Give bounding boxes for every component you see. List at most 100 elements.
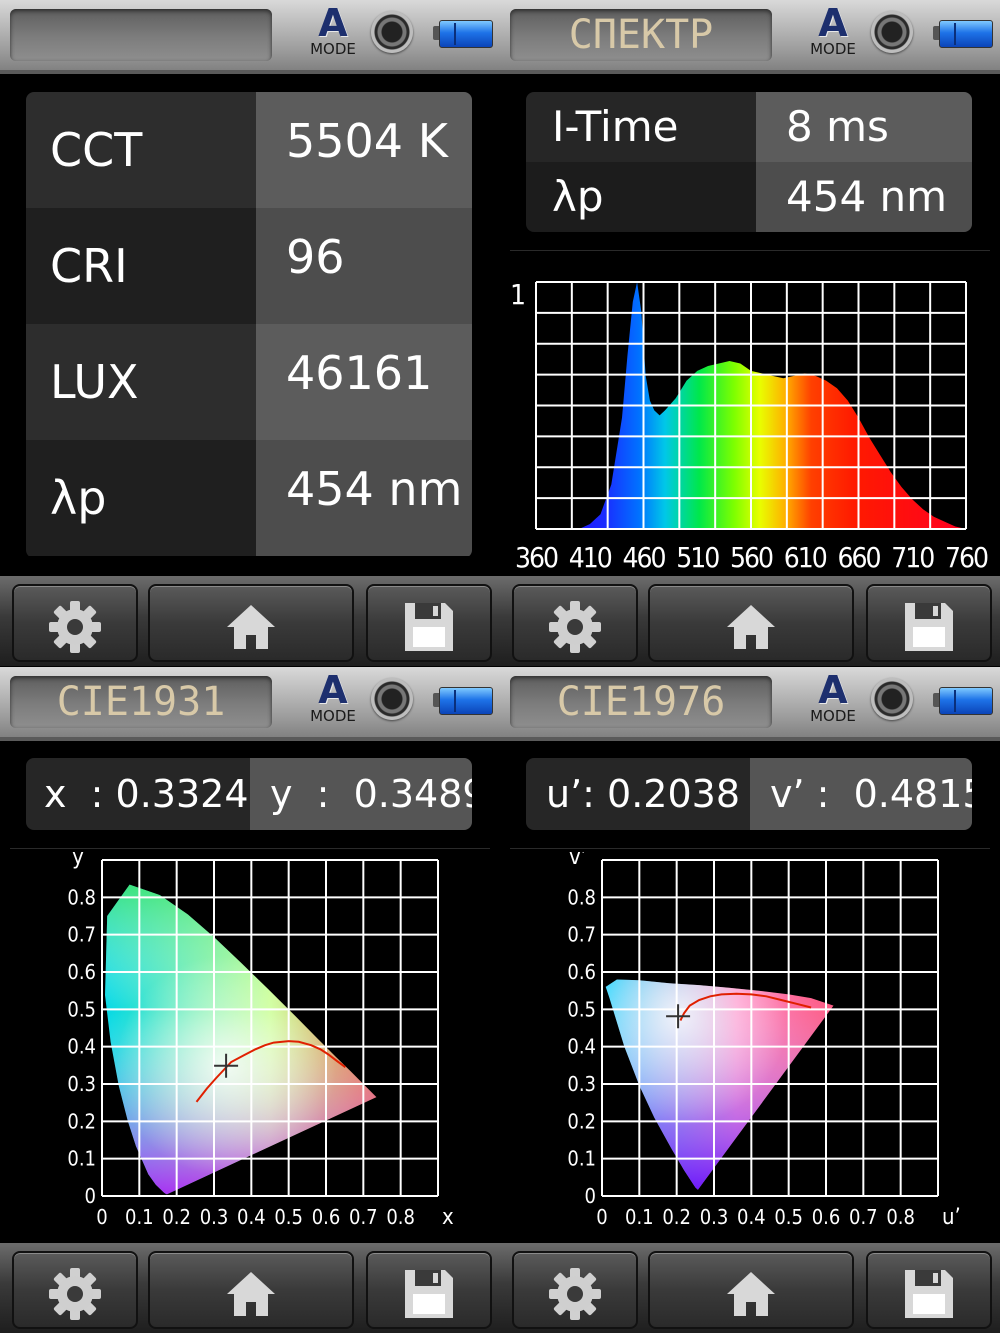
shutter-icon[interactable] bbox=[371, 11, 413, 53]
settings-button[interactable] bbox=[512, 584, 638, 662]
y-tick-label: 0.5 bbox=[567, 997, 596, 1021]
y-label: y : bbox=[270, 772, 354, 816]
home-icon bbox=[723, 599, 779, 659]
table-row: λp 454 nm bbox=[26, 440, 472, 556]
save-icon bbox=[901, 599, 957, 659]
y-coordinate: y : 0.3489 bbox=[250, 758, 472, 830]
mode-icon[interactable]: A MODE bbox=[306, 668, 360, 728]
x-tick-label: 710 bbox=[891, 541, 934, 574]
spectrum-panel: СПЕКТР A MODE I-Time 8 ms λp 454 nm 1 360… bbox=[500, 0, 1000, 666]
home-icon bbox=[223, 1266, 279, 1326]
footer-bar bbox=[0, 1243, 500, 1333]
y-tick-label: 0.6 bbox=[67, 960, 96, 984]
cie1976-chart: 0 0.1 0.2 0.3 0.4 0.5 0.6 0.7 0.8 0 0.1 0.2 0.3 0.4 0.… bbox=[567, 852, 960, 1230]
battery-icon bbox=[433, 687, 493, 715]
home-button[interactable] bbox=[648, 584, 854, 662]
x-tick-label: 0.7 bbox=[849, 1205, 878, 1229]
save-button[interactable] bbox=[866, 584, 992, 662]
peak-wavelength-label: λp bbox=[526, 162, 756, 232]
page-title: СПЕКТР bbox=[510, 9, 772, 61]
save-button[interactable] bbox=[866, 1251, 992, 1329]
settings-button[interactable] bbox=[512, 1251, 638, 1329]
x-tick-label: 460 bbox=[622, 541, 665, 574]
home-button[interactable] bbox=[148, 584, 354, 662]
peak-wavelength-value: 454 nm bbox=[256, 440, 472, 556]
shutter-icon[interactable] bbox=[871, 11, 913, 53]
battery-icon bbox=[933, 20, 993, 48]
page-title: CIE1931 bbox=[10, 676, 272, 728]
cri-label: CRI bbox=[26, 208, 256, 324]
header-bar: СПЕКТР A MODE bbox=[500, 0, 1000, 74]
x-tick-label: 0.2 bbox=[162, 1205, 191, 1229]
y-tick-label: 0.6 bbox=[567, 960, 596, 984]
shutter-icon[interactable] bbox=[871, 678, 913, 720]
x-tick-label: 0.1 bbox=[625, 1205, 654, 1229]
y-tick-label: 0.8 bbox=[567, 885, 596, 909]
mode-text: MODE bbox=[810, 40, 856, 58]
footer-bar bbox=[0, 576, 500, 666]
header-bar: A MODE bbox=[0, 0, 500, 74]
cie1976-panel: CIE1976 A MODE u’: 0.2038 v’ : 0.4815 00… bbox=[500, 667, 1000, 1333]
y-axis-label: y bbox=[72, 852, 84, 870]
table-row: CRI 96 bbox=[26, 208, 472, 324]
x-tick-label: 610 bbox=[784, 541, 827, 574]
mode-text: MODE bbox=[310, 40, 356, 58]
chromaticity-readout: u’: 0.2038 v’ : 0.4815 bbox=[526, 758, 972, 830]
shutter-icon[interactable] bbox=[371, 678, 413, 720]
gear-icon bbox=[547, 599, 603, 659]
settings-button[interactable] bbox=[12, 584, 138, 662]
x-tick-label: 0.3 bbox=[200, 1205, 229, 1229]
u-value: 0.2038 bbox=[607, 772, 741, 816]
y-tick-label: 0.2 bbox=[567, 1109, 596, 1133]
y-tick-label: 0.5 bbox=[67, 997, 96, 1021]
home-button[interactable] bbox=[148, 1251, 354, 1329]
values-panel: A MODE CCT 5504 K CRI 96 LUX 46161 λp 45… bbox=[0, 0, 500, 666]
table-row: CCT 5504 K bbox=[26, 92, 472, 208]
x-tick-label: 560 bbox=[730, 541, 773, 574]
itime-label: I-Time bbox=[526, 92, 756, 162]
table-row: I-Time 8 ms bbox=[526, 92, 972, 162]
gear-icon bbox=[47, 599, 103, 659]
x-tick-label: 0.4 bbox=[237, 1205, 266, 1229]
measurement-table: CCT 5504 K CRI 96 LUX 46161 λp 454 nm bbox=[26, 92, 472, 558]
mode-icon[interactable]: A MODE bbox=[806, 671, 860, 728]
y-value: 0.3489 bbox=[353, 772, 472, 816]
settings-button[interactable] bbox=[12, 1251, 138, 1329]
x-tick-label: 0.4 bbox=[737, 1205, 766, 1229]
y-tick-label: 0.8 bbox=[67, 885, 96, 909]
x-tick-label: 410 bbox=[569, 541, 612, 574]
battery-icon bbox=[933, 687, 993, 715]
peak-wavelength-value: 454 nm bbox=[756, 162, 972, 232]
table-row: LUX 46161 bbox=[26, 324, 472, 440]
x-tick-label: 0 bbox=[596, 1205, 607, 1229]
home-icon bbox=[723, 1266, 779, 1326]
y-tick-label: 0.3 bbox=[67, 1072, 96, 1096]
x-tick-label: 0.2 bbox=[662, 1205, 691, 1229]
mode-icon[interactable]: A MODE bbox=[806, 1, 860, 61]
y-tick-label: 0.3 bbox=[567, 1072, 596, 1096]
x-tick-label: 660 bbox=[837, 541, 880, 574]
x-label: x : bbox=[44, 772, 116, 816]
save-button[interactable] bbox=[366, 584, 492, 662]
cct-value: 5504 K bbox=[256, 92, 472, 208]
v-value: 0.4815 bbox=[853, 772, 972, 816]
mode-letter: A bbox=[318, 668, 348, 712]
x-tick-label: 760 bbox=[945, 541, 988, 574]
page-title bbox=[10, 9, 272, 61]
save-button[interactable] bbox=[366, 1251, 492, 1329]
save-icon bbox=[901, 1266, 957, 1326]
y-axis-label: v’ bbox=[569, 852, 587, 870]
y-tick-label: 0.7 bbox=[67, 923, 96, 947]
x-tick-label: 0.5 bbox=[774, 1205, 803, 1229]
x-tick-label: 0.1 bbox=[125, 1205, 154, 1229]
lux-value: 46161 bbox=[256, 324, 472, 440]
footer-bar bbox=[500, 576, 1000, 666]
save-icon bbox=[401, 599, 457, 659]
x-tick-label: 360 bbox=[515, 541, 558, 574]
y-tick-label: 0 bbox=[85, 1184, 96, 1208]
mode-letter: A bbox=[818, 1, 848, 45]
mode-icon[interactable]: A MODE bbox=[306, 4, 360, 61]
home-button[interactable] bbox=[648, 1251, 854, 1329]
gear-icon bbox=[547, 1266, 603, 1326]
itime-value: 8 ms bbox=[756, 92, 972, 162]
